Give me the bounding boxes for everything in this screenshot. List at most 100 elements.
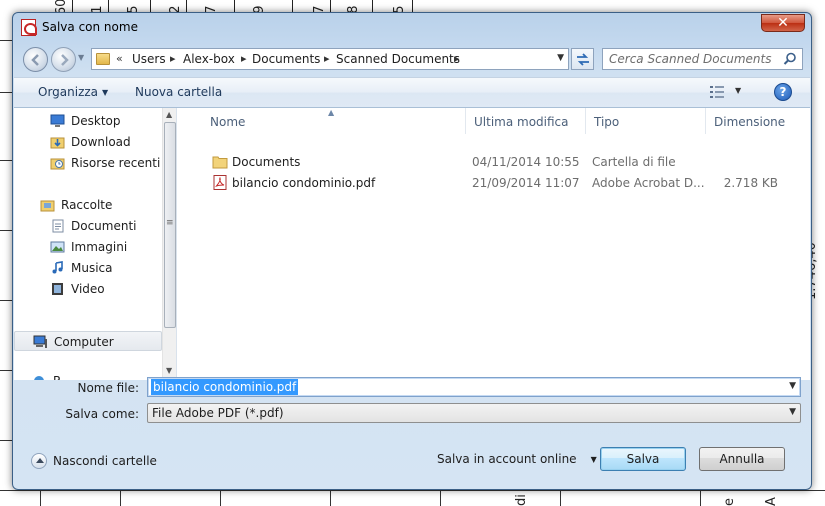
help-icon: ?: [779, 85, 787, 99]
nav-item-label: Musica: [71, 261, 113, 275]
search-box[interactable]: [602, 48, 803, 70]
nav-item-label: R: [53, 374, 61, 380]
file-list[interactable]: ▲ Nome Ultima modifica Tipo Dimensione D…: [178, 108, 810, 380]
column-header-type[interactable]: Tipo: [586, 108, 706, 134]
filename-value[interactable]: bilancio condominio.pdf: [151, 379, 299, 395]
refresh-button[interactable]: [571, 48, 594, 70]
help-button[interactable]: ?: [774, 83, 792, 101]
nav-item-label: Download: [71, 135, 131, 149]
chevron-right-icon[interactable]: ▸: [170, 52, 176, 65]
save-online-label: Salva in account online: [437, 452, 577, 466]
bg-bottom-rule: [0, 490, 825, 506]
bg-rule: [440, 490, 441, 506]
nav-item-musica[interactable]: Musica: [14, 258, 162, 278]
view-details-icon: [710, 86, 724, 98]
nav-item-label: Computer: [54, 335, 114, 349]
command-bar: Organizza ▼ Nuova cartella ▼ ?: [14, 77, 810, 108]
nav-item-computer[interactable]: Computer: [14, 331, 162, 351]
bg-rule: [120, 490, 121, 506]
filename-field[interactable]: bilancio condominio.pdf ▼: [147, 377, 801, 397]
chevron-down-icon[interactable]: ▼: [789, 381, 796, 391]
table-row[interactable]: bilancio condominio.pdf 21/09/2014 11:07…: [178, 173, 810, 193]
file-modified: 21/09/2014 11:07: [472, 176, 580, 190]
column-header-name[interactable]: Nome: [202, 108, 466, 134]
navigation-pane[interactable]: Desktop Download Risorse recenti Raccolt…: [14, 108, 177, 380]
bg-rule: [0, 230, 12, 231]
cancel-button[interactable]: Annulla: [699, 447, 785, 471]
title-bar[interactable]: Salva con nome ✕: [13, 13, 811, 41]
chevron-down-icon[interactable]: ▼: [735, 86, 741, 95]
grip-icon: ≡: [166, 218, 174, 228]
download-folder-icon: [50, 137, 65, 149]
documents-icon: [52, 219, 64, 233]
folder-icon: [212, 156, 228, 169]
scroll-down-icon[interactable]: ▼: [166, 366, 172, 375]
filetype-value: File Adobe PDF (*.pdf): [152, 406, 284, 420]
window-title: Salva con nome: [42, 20, 138, 34]
nav-scrollbar[interactable]: ▲ ≡ ▼: [162, 108, 176, 380]
nav-item-immagini[interactable]: Immagini: [14, 237, 162, 257]
bg-rule: [0, 40, 12, 41]
pdf-file-icon: [213, 175, 227, 190]
address-bar[interactable]: « Users ▸ Alex-box ▸ Documents ▸ Scanned…: [91, 48, 569, 70]
pictures-icon: [50, 241, 65, 253]
nav-item-desktop[interactable]: Desktop: [14, 111, 162, 131]
chevron-right-icon[interactable]: ▸: [454, 52, 460, 65]
save-online-dropdown[interactable]: Salva in account online ▼: [437, 452, 597, 466]
change-view-button[interactable]: ▼: [709, 85, 749, 101]
arrow-left-icon: [31, 54, 39, 66]
recent-locations-dropdown[interactable]: ▼: [78, 53, 88, 63]
column-header-size[interactable]: Dimensione: [706, 108, 786, 134]
column-label: Nome: [210, 115, 246, 129]
column-header-modified[interactable]: Ultima modifica: [466, 108, 586, 134]
bg-rule: [0, 92, 12, 93]
save-as-dialog: Salva con nome ✕ ▼ « Users ▸ Alex-box ▸ …: [12, 12, 812, 490]
nav-item-network[interactable]: R: [14, 371, 162, 380]
recent-places-icon: [50, 158, 65, 170]
scroll-up-icon[interactable]: ▲: [166, 110, 172, 119]
breadcrumb-documents[interactable]: Documents: [252, 52, 320, 66]
column-label: Ultima modifica: [474, 115, 569, 129]
nav-item-label: Raccolte: [61, 198, 113, 212]
file-type: Cartella di file: [592, 155, 676, 169]
bg-bottom-text: A: [764, 497, 779, 506]
close-icon: ✕: [777, 15, 789, 31]
file-name: bilancio condominio.pdf: [232, 176, 376, 190]
filetype-select[interactable]: File Adobe PDF (*.pdf) ▼: [147, 403, 801, 423]
nav-item-download[interactable]: Download: [14, 132, 162, 152]
breadcrumb-scanned-documents[interactable]: Scanned Documents: [336, 52, 460, 66]
bg-bottom-text: di: [514, 494, 529, 506]
file-modified: 04/11/2014 10:55: [472, 155, 580, 169]
bg-rule: [0, 300, 12, 301]
chevron-right-icon[interactable]: ▸: [241, 52, 247, 65]
chevron-down-icon: ▼: [590, 455, 597, 464]
table-row[interactable]: Documents 04/11/2014 10:55 Cartella di f…: [178, 152, 810, 172]
chevron-down-icon[interactable]: ▼: [789, 407, 796, 417]
organize-button[interactable]: Organizza ▼: [38, 85, 108, 99]
nav-item-raccolte[interactable]: Raccolte: [14, 195, 162, 215]
chevron-right-icon[interactable]: ▸: [324, 52, 330, 65]
browser-area: Desktop Download Risorse recenti Raccolt…: [14, 108, 810, 380]
breadcrumb-users[interactable]: Users: [132, 52, 166, 66]
column-label: Dimensione: [714, 115, 786, 129]
back-button[interactable]: [23, 47, 48, 72]
bg-rule: [0, 440, 12, 441]
overflow-chevron[interactable]: «: [116, 52, 123, 65]
folder-icon: [96, 53, 110, 65]
search-input[interactable]: [609, 51, 779, 67]
arrow-right-icon: [61, 54, 69, 66]
file-name: Documents: [232, 155, 301, 169]
search-icon[interactable]: [783, 52, 797, 66]
bg-bottom-text: e: [722, 498, 737, 506]
save-button[interactable]: Salva: [600, 447, 686, 471]
nav-item-documenti[interactable]: Documenti: [14, 216, 162, 236]
nav-item-video[interactable]: Video: [14, 279, 162, 299]
address-dropdown[interactable]: ▼: [557, 53, 564, 63]
forward-button[interactable]: [51, 47, 76, 72]
breadcrumb-alex-box[interactable]: Alex-box: [183, 52, 235, 66]
filename-label: Nome file:: [77, 381, 139, 395]
close-button[interactable]: ✕: [761, 14, 805, 32]
new-folder-button[interactable]: Nuova cartella: [135, 85, 222, 99]
bg-rule: [0, 160, 12, 161]
nav-item-recent[interactable]: Risorse recenti: [14, 153, 162, 173]
